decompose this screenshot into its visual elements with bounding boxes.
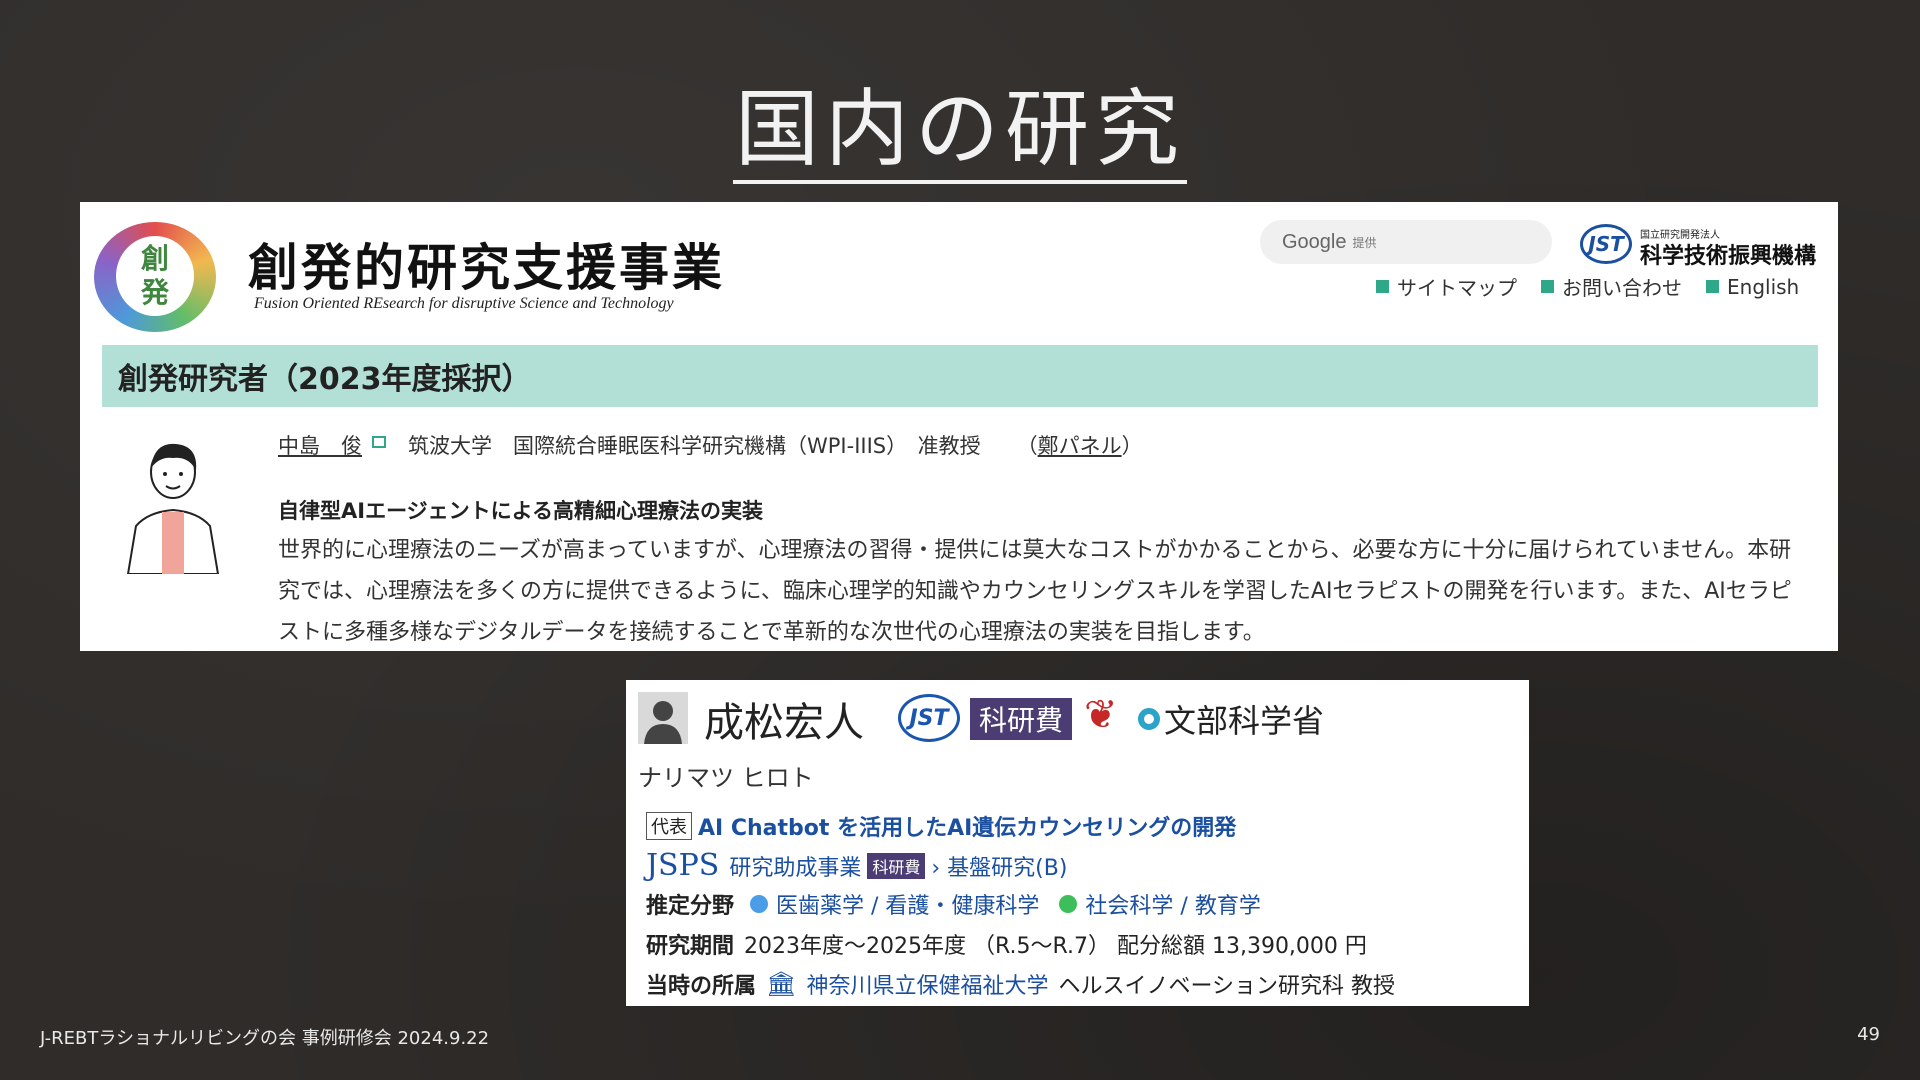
affiliation-detail: ヘルスイノベーション研究科 教授 [1058,974,1396,999]
project-title: 自律型AIエージェントによる高精細心理療法の実装 [278,499,764,523]
mext-label: 文部科学省 [1164,702,1325,740]
slide-title-text: 国内の研究 [732,80,1187,184]
program-type-link[interactable]: › 基盤研究(B) [931,850,1067,882]
mext-ring-icon [1138,708,1160,730]
field-label: 推定分野 [646,894,735,919]
panel-link[interactable]: 鄭パネル [1038,430,1122,460]
square-bullet-icon [1376,280,1389,293]
souhatsu-site-panel: 創 発 創発的研究支援事業 Fusion Oriented REsearch f… [80,202,1838,651]
green-dot-icon [1059,895,1078,913]
researcher-avatar-illustration [126,443,220,574]
person-silhouette-icon [638,692,688,744]
researcher-affiliation: 筑波大学 国際統合睡眠医科学研究機構（WPI-IIIS） 准教授 [408,434,981,458]
brand-title: 創発的研究支援事業 [248,238,725,297]
jst-badge-icon[interactable]: JST [898,694,960,742]
english-link[interactable]: English [1706,272,1799,301]
blue-dot-icon [750,895,769,913]
kakenhi-mini-icon: 科研費 [867,852,926,879]
souhatsu-logo[interactable]: 創 発 [94,222,216,332]
souhatsu-logo-text: 創 発 [116,236,194,316]
brand-subtitle: Fusion Oriented REsearch for disruptive … [254,295,674,312]
slide-title: 国内の研究 [0,62,1920,184]
contact-link[interactable]: お問い合わせ [1541,272,1682,301]
contact-link-label: お問い合わせ [1562,276,1682,300]
researcher-name: 成松宏人 [704,700,864,746]
section-heading: 創発研究者（2023年度採択） [102,345,1818,407]
google-label: Google [1282,230,1347,253]
mext-badge[interactable]: 文部科学省 [1138,696,1324,742]
period-label: 研究期間 [646,934,735,959]
search-input[interactable]: Google 提供 [1260,220,1552,264]
panel-paren-open: （ [1016,434,1038,458]
square-bullet-icon [1541,280,1554,293]
institution-link[interactable]: 神奈川県立保健福祉大学 [806,968,1048,1000]
period-value: 2023年度～2025年度 （R.5～R.7） 配分総額 13,390,000 … [744,934,1367,959]
field1-link[interactable]: 医歯薬学 / 看護・健康科学 [776,888,1039,920]
period-row: 研究期間 2023年度～2025年度 （R.5～R.7） 配分総額 13,390… [646,928,1367,960]
external-link-icon[interactable] [372,436,386,448]
project-row: 代表 AI Chatbot を活用したAI遺伝カウンセリングの開発 [646,810,1236,842]
page-number: 49 [1857,1024,1880,1045]
researcher-name-link[interactable]: 中島 俊 [278,430,362,460]
logo-char-bottom: 発 [140,276,169,309]
affiliation-label: 当時の所属 [646,974,757,999]
project-link[interactable]: AI Chatbot を活用したAI遺伝カウンセリングの開発 [698,810,1236,842]
researcher-info: 中島 俊 筑波大学 国際統合睡眠医科学研究機構（WPI-IIIS） 准教授 （鄭… [278,430,1143,460]
search-provider-label: 提供 [1352,235,1377,250]
field-row: 推定分野 医歯薬学 / 看護・健康科学 社会科学 / 教育学 [646,888,1261,920]
header-links: サイトマップ お問い合わせ English [1376,272,1799,301]
jst-org-name[interactable]: 科学技術振興機構 [1640,238,1816,270]
program-row: JSPS 研究助成事業 科研費 › 基盤研究(B) [646,848,1067,883]
institution-building-icon: 🏛 [766,970,797,998]
government-logo-icon[interactable]: ❦ [1084,692,1118,738]
representative-tag: 代表 [646,812,692,840]
researcher-name-kana: ナリマツ ヒロト [638,764,814,792]
english-link-label: English [1727,274,1800,299]
project-description: 世界的に心理療法のニーズが高まっていますが、心理療法の習得・提供には莫大なコスト… [278,538,1792,645]
program-link[interactable]: 研究助成事業 [729,850,861,882]
kaken-researcher-panel: 成松宏人 JST 科研費 ❦ 文部科学省 ナリマツ ヒロト 代表 AI Chat… [626,680,1529,1006]
square-bullet-icon [1706,280,1719,293]
logo-char-top: 創 [140,242,169,275]
sitemap-link[interactable]: サイトマップ [1376,272,1517,301]
jst-logo-icon[interactable]: JST [1580,224,1632,264]
sitemap-link-label: サイトマップ [1397,276,1517,300]
affiliation-row: 当時の所属 🏛 神奈川県立保健福祉大学 ヘルスイノベーション研究科 教授 [646,968,1395,1000]
jsps-logo[interactable]: JSPS [646,848,719,883]
kakenhi-badge-icon[interactable]: 科研費 [970,698,1072,740]
panel-paren-close: ） [1121,434,1143,458]
slide-footer: J-REBTラショナルリビングの会 事例研修会 2024.9.22 [40,1028,490,1049]
field2-link[interactable]: 社会科学 / 教育学 [1085,888,1260,920]
